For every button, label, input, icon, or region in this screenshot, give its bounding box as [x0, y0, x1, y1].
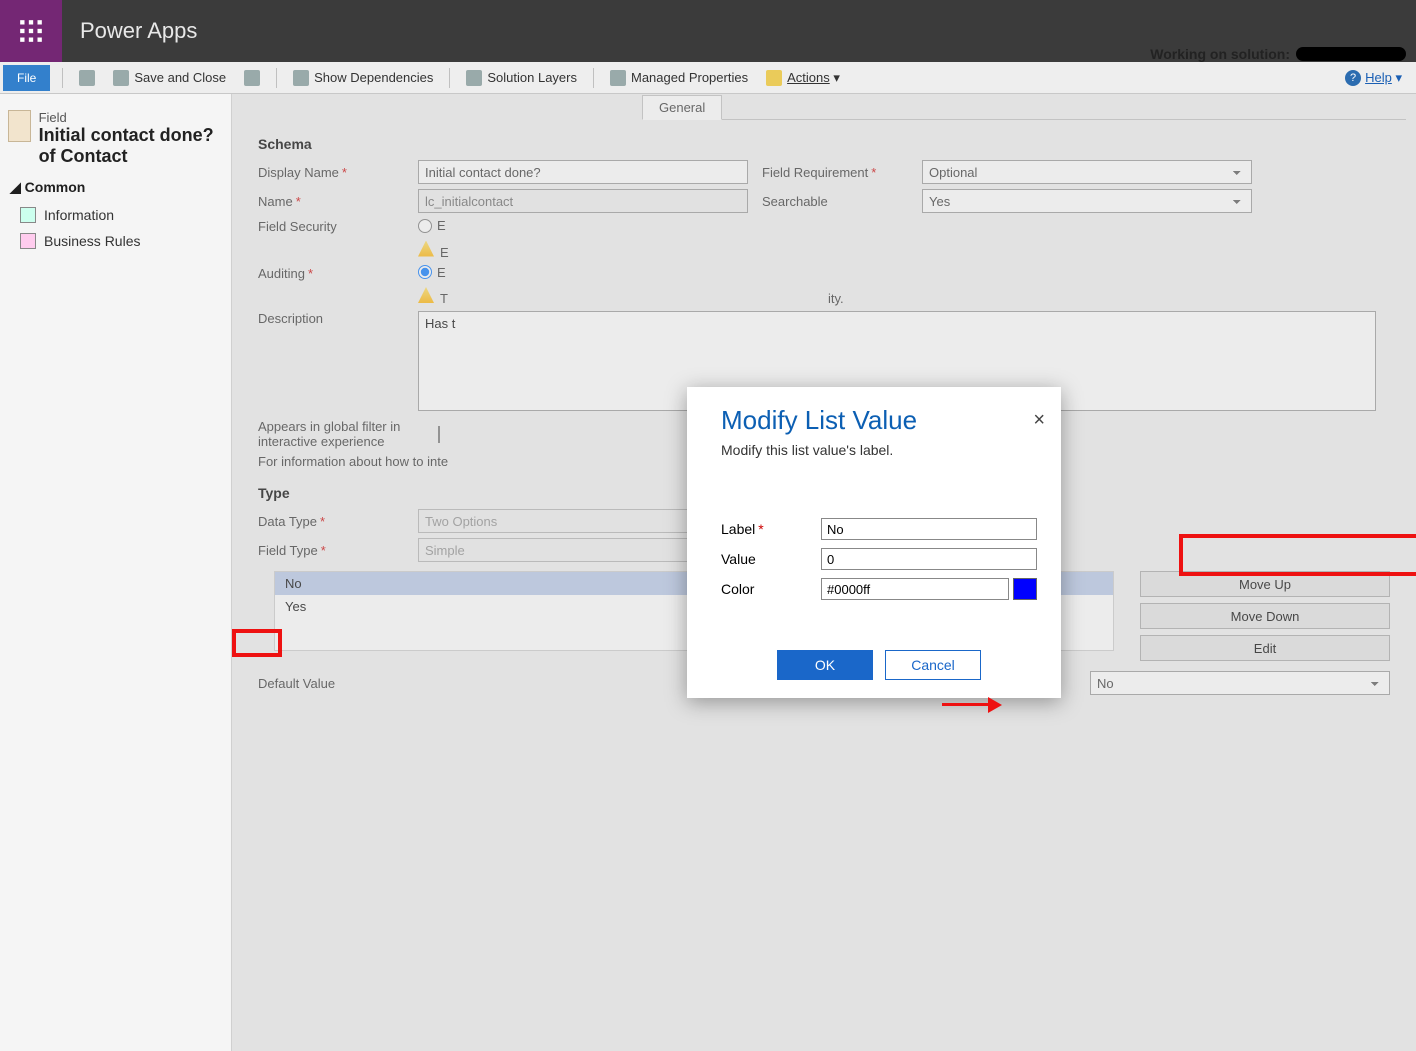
- managed-icon: [610, 70, 626, 86]
- save-close-label: Save and Close: [134, 70, 226, 85]
- save-new-button[interactable]: [238, 66, 266, 90]
- dialog-subtitle: Modify this list value's label.: [721, 442, 1037, 458]
- save-and-close-button[interactable]: Save and Close: [107, 66, 232, 90]
- save-close-icon: [113, 70, 129, 86]
- entity-type: Field: [39, 110, 223, 125]
- info-icon: [20, 207, 36, 223]
- app-launcher[interactable]: [0, 0, 62, 62]
- ok-button[interactable]: OK: [777, 650, 873, 680]
- side-common-head[interactable]: ◢ Common: [0, 173, 231, 202]
- save-button[interactable]: [73, 66, 101, 90]
- working-on-solution: Working on solution:: [1150, 46, 1406, 62]
- solution-layers-button[interactable]: Solution Layers: [460, 66, 583, 90]
- save-new-icon: [244, 70, 260, 86]
- dialog-title: Modify List Value: [721, 405, 1037, 436]
- close-icon[interactable]: ×: [1033, 409, 1045, 432]
- modal-value-label: Value: [721, 551, 821, 567]
- modal-label-label: Label: [721, 521, 821, 537]
- managed-properties-button[interactable]: Managed Properties: [604, 66, 754, 90]
- show-dependencies-button[interactable]: Show Dependencies: [287, 66, 439, 90]
- actions-menu[interactable]: Actions ▾: [760, 66, 846, 90]
- save-icon: [79, 70, 95, 86]
- actions-label: Actions: [787, 70, 830, 85]
- dependencies-icon: [293, 70, 309, 86]
- color-swatch[interactable]: [1013, 578, 1037, 600]
- field-icon: [8, 110, 31, 142]
- sidebar-item-business-rules[interactable]: Business Rules: [0, 228, 231, 254]
- page-title: Initial contact done? of Contact: [39, 125, 223, 167]
- modal-color-field[interactable]: [821, 578, 1009, 600]
- layers-icon: [466, 70, 482, 86]
- brand-title: Power Apps: [80, 18, 197, 44]
- help-label: Help: [1365, 70, 1392, 85]
- solution-layers-label: Solution Layers: [487, 70, 577, 85]
- show-dep-label: Show Dependencies: [314, 70, 433, 85]
- modal-value-field[interactable]: [821, 548, 1037, 570]
- file-tab[interactable]: File: [3, 65, 50, 91]
- help-icon: ?: [1345, 70, 1361, 86]
- modify-list-value-dialog: × Modify List Value Modify this list val…: [687, 387, 1061, 698]
- rules-icon: [20, 233, 36, 249]
- modal-label-field[interactable]: [821, 518, 1037, 540]
- sidebar-item-information[interactable]: Information: [0, 202, 231, 228]
- help-menu[interactable]: ?Help ▾: [1345, 70, 1402, 86]
- managed-props-label: Managed Properties: [631, 70, 748, 85]
- waffle-icon: [18, 18, 44, 44]
- modal-color-label: Color: [721, 581, 821, 597]
- cancel-button[interactable]: Cancel: [885, 650, 981, 680]
- actions-icon: [766, 70, 782, 86]
